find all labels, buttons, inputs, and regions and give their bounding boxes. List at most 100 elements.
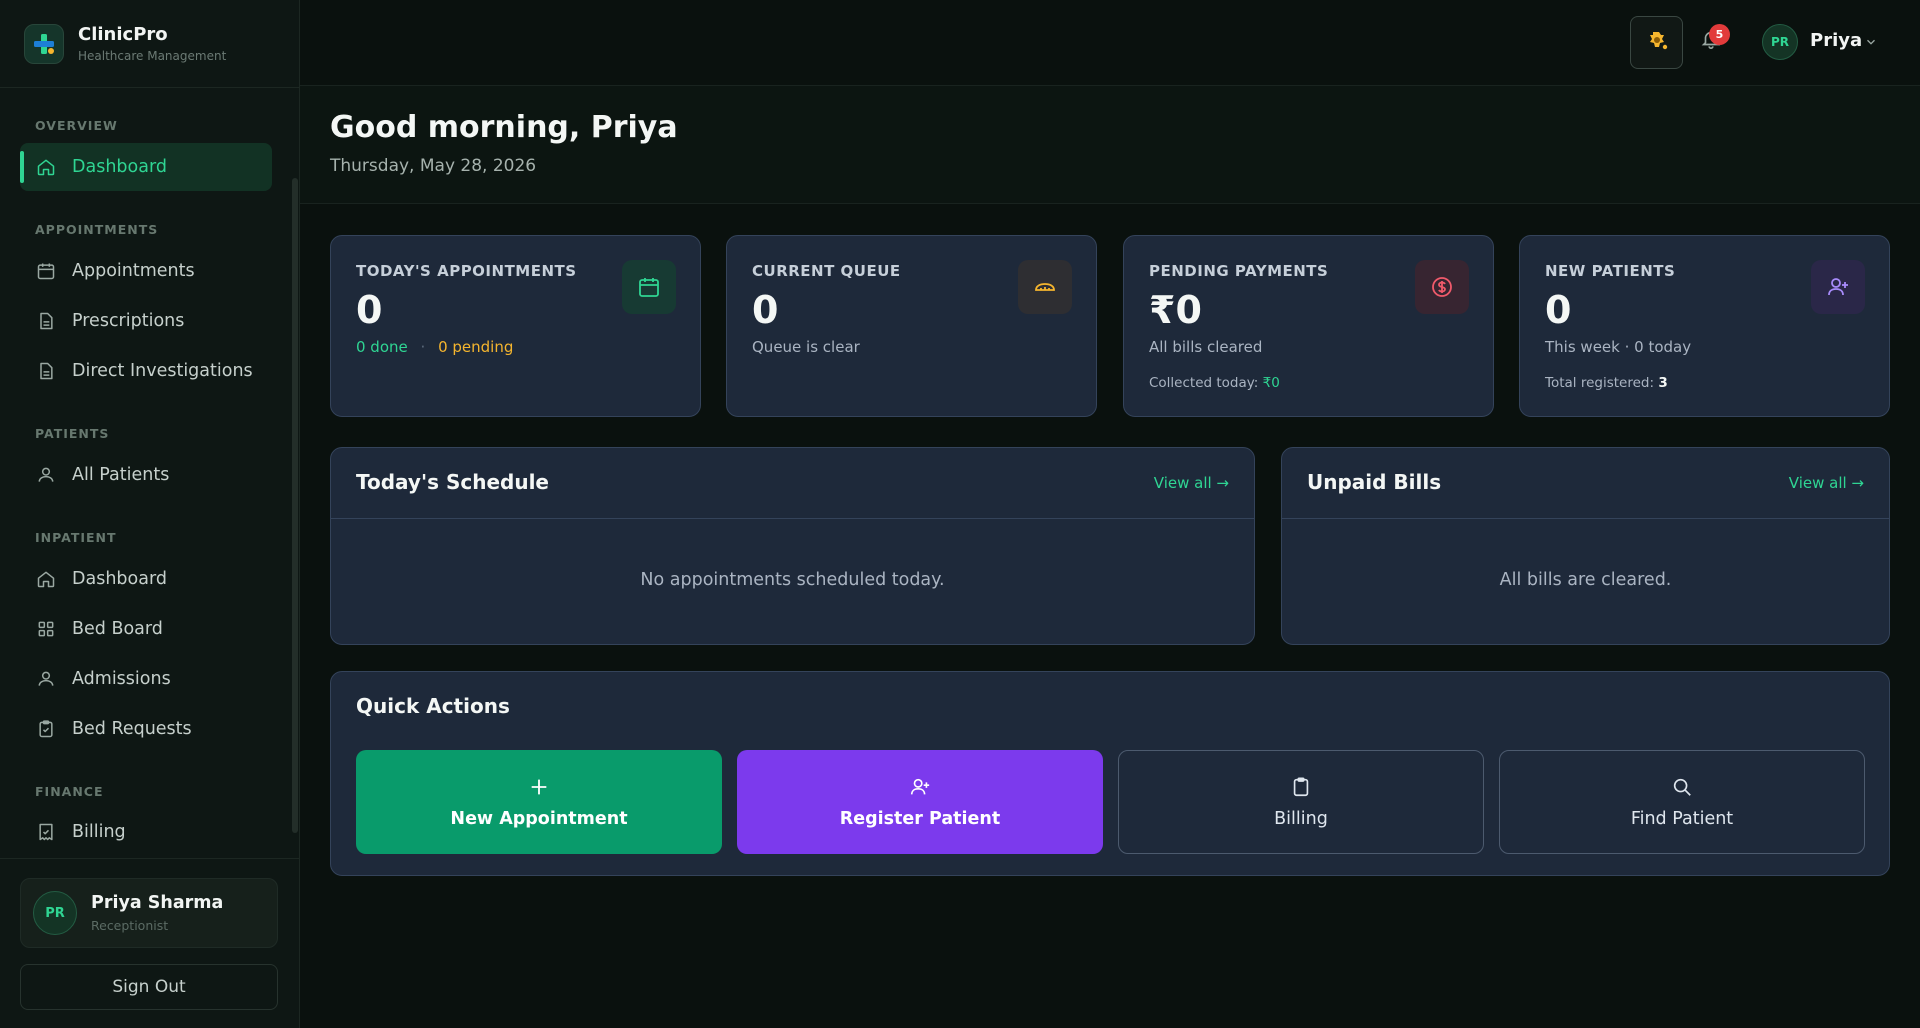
sidebar-item-inpatient-dashboard[interactable]: Dashboard [20, 555, 272, 603]
app-tagline: Healthcare Management [78, 49, 227, 63]
sidebar-item-bed-board[interactable]: Bed Board [20, 605, 272, 653]
notification-badge: 5 [1709, 24, 1730, 45]
user-menu-name[interactable]: Priya [1810, 30, 1862, 51]
sidebar: ClinicPro Healthcare Management OVERVIEW… [0, 0, 300, 1028]
stat-card-payments[interactable]: PENDING PAYMENTS ₹0 All bills cleared Co… [1123, 235, 1494, 417]
sidebar-item-label: Dashboard [72, 569, 167, 589]
sidebar-item-admissions[interactable]: Admissions [20, 655, 272, 703]
sidebar-item-label: Prescriptions [72, 311, 185, 331]
greeting-header: Good morning, Priya Thursday, May 28, 20… [300, 86, 1920, 204]
stat-card-appointments[interactable]: TODAY'S APPOINTMENTS 0 0 done · 0 pendin… [330, 235, 701, 417]
users-icon [35, 668, 57, 690]
stat-label: NEW PATIENTS [1545, 262, 1676, 280]
stat-label: TODAY'S APPOINTMENTS [356, 262, 577, 280]
clipboard-check-icon [35, 718, 57, 740]
avatar: PR [33, 891, 77, 935]
app-name: ClinicPro [78, 24, 168, 45]
done-count: 0 done [356, 338, 408, 356]
find-patient-button[interactable]: Find Patient [1499, 750, 1865, 854]
queue-icon [1018, 260, 1072, 314]
calendar-icon [35, 260, 57, 282]
calendar-icon [622, 260, 676, 314]
view-all-link[interactable]: View all → [1154, 474, 1229, 492]
sidebar-item-label: All Patients [72, 465, 170, 485]
sidebar-item-prescriptions[interactable]: Prescriptions [20, 297, 272, 345]
sidebar-scrollbar[interactable] [292, 178, 298, 833]
stat-sub: This week · 0 today [1545, 338, 1692, 356]
sign-out-button[interactable]: Sign Out [20, 964, 278, 1010]
search-icon [1671, 775, 1693, 799]
stat-value: ₹0 [1149, 288, 1202, 332]
stat-label: PENDING PAYMENTS [1149, 262, 1329, 280]
stat-footer-value: ₹0 [1262, 375, 1280, 391]
section-appointments: APPOINTMENTS [35, 222, 159, 237]
home-icon [35, 156, 57, 178]
stat-card-new-patients[interactable]: NEW PATIENTS 0 This week · 0 today Total… [1519, 235, 1890, 417]
clinic-logo-icon [24, 23, 64, 64]
button-label: New Appointment [450, 809, 628, 829]
document-icon [35, 310, 57, 332]
button-label: Billing [1274, 809, 1328, 829]
plus-icon [528, 775, 550, 799]
panel-title: Quick Actions [356, 694, 510, 718]
pending-count: 0 pending [438, 338, 514, 356]
theme-toggle-button[interactable] [1630, 16, 1683, 69]
register-patient-button[interactable]: Register Patient [737, 750, 1103, 854]
quick-actions-panel: Quick Actions New Appointment Register P… [330, 671, 1890, 876]
user-name: Priya Sharma [91, 893, 224, 913]
chevron-down-icon[interactable] [1864, 34, 1878, 53]
sidebar-item-appointments[interactable]: Appointments [20, 247, 272, 295]
brand[interactable]: ClinicPro Healthcare Management [0, 0, 299, 88]
dollar-icon [1415, 260, 1469, 314]
sidebar-nav: OVERVIEW Dashboard APPOINTMENTS Appointm… [0, 88, 299, 858]
billing-button[interactable]: Billing [1118, 750, 1484, 854]
users-icon [35, 464, 57, 486]
sidebar-item-all-patients[interactable]: All Patients [20, 451, 272, 499]
sidebar-divider [0, 858, 299, 859]
sidebar-item-dashboard[interactable]: Dashboard [20, 143, 272, 191]
document-icon [35, 360, 57, 382]
stat-sub: 0 done · 0 pending [356, 338, 513, 356]
view-all-link[interactable]: View all → [1789, 474, 1864, 492]
stat-footer-label: Total registered: [1545, 375, 1659, 391]
new-appointment-button[interactable]: New Appointment [356, 750, 722, 854]
current-date: Thursday, May 28, 2026 [330, 156, 537, 176]
receipt-icon [35, 821, 57, 843]
stat-label: CURRENT QUEUE [752, 262, 901, 280]
user-plus-icon [909, 775, 931, 799]
sidebar-item-label: Direct Investigations [72, 361, 253, 381]
stat-footer-label: Collected today: [1149, 375, 1263, 391]
stat-value: 0 [356, 288, 383, 332]
stat-footer-value: 3 [1658, 375, 1668, 391]
button-label: Register Patient [839, 809, 1001, 829]
separator: · [420, 338, 426, 356]
page-title: Good morning, Priya [330, 110, 678, 145]
stat-card-queue[interactable]: CURRENT QUEUE 0 Queue is clear [726, 235, 1097, 417]
sidebar-item-bed-requests[interactable]: Bed Requests [20, 705, 272, 753]
empty-state: No appointments scheduled today. [640, 570, 945, 590]
section-patients: PATIENTS [35, 426, 110, 441]
section-inpatient: INPATIENT [35, 530, 117, 545]
sidebar-item-label: Bed Board [72, 619, 163, 639]
unpaid-bills-panel: Unpaid Bills View all → All bills are cl… [1281, 447, 1890, 645]
stat-sub: All bills cleared [1149, 338, 1263, 356]
avatar[interactable]: PR [1762, 24, 1798, 60]
sidebar-item-label: Dashboard [72, 157, 167, 177]
sidebar-user-card[interactable]: PR Priya Sharma Receptionist [20, 878, 278, 948]
sidebar-item-label: Appointments [72, 261, 195, 281]
stat-value: 0 [1545, 288, 1572, 332]
sidebar-item-label: Billing [72, 822, 126, 842]
stat-sub: Queue is clear [752, 338, 860, 356]
home-icon [35, 568, 57, 590]
sidebar-item-direct-investigations[interactable]: Direct Investigations [20, 347, 272, 395]
section-overview: OVERVIEW [35, 118, 118, 133]
grid-icon [35, 618, 57, 640]
todays-schedule-panel: Today's Schedule View all → No appointme… [330, 447, 1255, 645]
user-plus-icon [1811, 260, 1865, 314]
stat-value: 0 [752, 288, 779, 332]
sidebar-item-billing[interactable]: Billing [20, 808, 272, 856]
clipboard-icon [1290, 775, 1312, 799]
divider [1282, 518, 1889, 519]
button-label: Find Patient [1630, 809, 1734, 829]
empty-state: All bills are cleared. [1499, 570, 1672, 590]
